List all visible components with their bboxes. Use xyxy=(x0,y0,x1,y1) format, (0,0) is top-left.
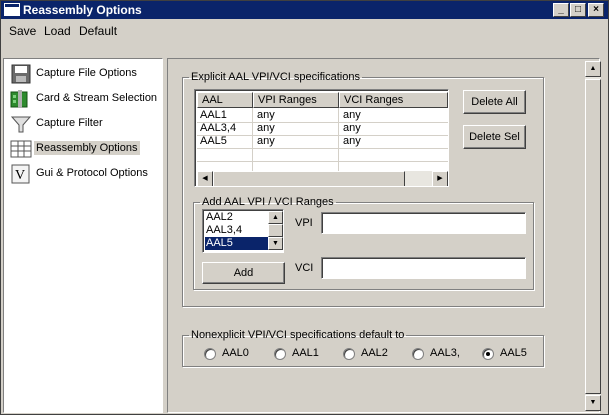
table-cell-aal[interactable]: AAL3,4 xyxy=(200,122,236,135)
column-header-vci-ranges[interactable]: VCI Ranges xyxy=(339,92,448,108)
grid-divider xyxy=(197,148,448,149)
scroll-up-arrow-icon[interactable]: ▲ xyxy=(268,211,283,224)
scroll-thumb[interactable] xyxy=(268,224,283,237)
nav-label: Card & Stream Selection xyxy=(36,92,158,104)
nav-item-card-stream-selection[interactable]: Card & Stream Selection xyxy=(8,88,158,110)
delete-sel-button[interactable]: Delete Sel xyxy=(463,125,526,149)
nav-item-gui-protocol-options[interactable]: V Gui & Protocol Options xyxy=(8,163,158,185)
grid-divider xyxy=(338,108,339,172)
list-item-selected[interactable]: AAL5 xyxy=(205,237,269,250)
horizontal-scrollbar[interactable]: ◀ ▶ xyxy=(197,171,448,186)
scroll-up-arrow-icon[interactable]: ▲ xyxy=(585,61,601,77)
add-legend: Add AAL VPI / VCI Ranges xyxy=(202,196,334,208)
radio-label: AAL5 xyxy=(500,347,527,359)
nav-label: Reassembly Options xyxy=(34,141,140,155)
vpi-label: VPI xyxy=(295,217,313,229)
vpi-input[interactable] xyxy=(321,212,526,234)
list-item[interactable]: AAL2 xyxy=(205,211,269,224)
radio-label: AAL3, xyxy=(430,347,460,359)
scroll-left-arrow-icon[interactable]: ◀ xyxy=(197,171,213,186)
radio-circle[interactable] xyxy=(204,348,216,360)
scroll-down-arrow-icon[interactable]: ▼ xyxy=(268,237,283,250)
table-cell-vci[interactable]: any xyxy=(343,122,361,135)
card-icon xyxy=(10,90,28,108)
menu-default[interactable]: Default xyxy=(79,24,117,38)
vci-input[interactable] xyxy=(321,257,526,279)
list-item[interactable]: AAL3,4 xyxy=(205,224,269,237)
radio-circle[interactable] xyxy=(274,348,286,360)
radio-label: AAL1 xyxy=(292,347,319,359)
window-icon xyxy=(4,3,20,16)
radio-label: AAL2 xyxy=(361,347,388,359)
radio-circle-selected[interactable] xyxy=(482,348,494,360)
nav-item-capture-filter[interactable]: Capture Filter xyxy=(8,113,158,135)
reassembly-options-window: Reassembly Options _ □ × Save Load Defau… xyxy=(0,0,609,415)
scroll-right-arrow-icon[interactable]: ▶ xyxy=(432,171,448,186)
aal-type-listbox[interactable]: AAL2 AAL3,4 AAL5 ▲ ▼ xyxy=(202,209,284,253)
menu-save[interactable]: Save xyxy=(9,24,36,38)
table-cell-vci[interactable]: any xyxy=(343,135,361,148)
scroll-thumb[interactable] xyxy=(213,171,405,186)
vertical-scrollbar[interactable]: ▲ ▼ xyxy=(585,61,601,411)
explicit-legend: Explicit AAL VPI/VCI specifications xyxy=(191,71,360,83)
v-icon: V xyxy=(11,164,30,184)
delete-all-button[interactable]: Delete All xyxy=(463,90,526,114)
radio-circle[interactable] xyxy=(412,348,424,360)
title-bar: Reassembly Options _ □ × xyxy=(1,1,608,19)
grid-divider xyxy=(252,108,253,172)
scroll-thumb[interactable] xyxy=(585,79,601,394)
grid-divider xyxy=(197,161,448,162)
grid-icon xyxy=(10,140,32,158)
nav-label: Gui & Protocol Options xyxy=(36,167,148,179)
table-cell-vpi[interactable]: any xyxy=(257,122,275,135)
close-button[interactable]: × xyxy=(588,3,604,17)
maximize-button[interactable]: □ xyxy=(570,3,586,17)
nav-item-capture-file-options[interactable]: Capture File Options xyxy=(8,63,158,85)
radio-label: AAL0 xyxy=(222,347,249,359)
scroll-down-arrow-icon[interactable]: ▼ xyxy=(585,395,601,411)
radio-circle[interactable] xyxy=(343,348,355,360)
nav-item-reassembly-options[interactable]: Reassembly Options xyxy=(8,138,158,160)
minimize-button[interactable]: _ xyxy=(553,3,569,17)
menu-bar: Save Load Default xyxy=(1,21,608,41)
table-cell-aal[interactable]: AAL1 xyxy=(200,109,227,122)
table-cell-vci[interactable]: any xyxy=(343,109,361,122)
nonexplicit-legend: Nonexplicit VPI/VCI specifications defau… xyxy=(191,329,405,341)
options-nav-list: Capture File Options Card & Stream Selec… xyxy=(3,58,163,413)
table-cell-aal[interactable]: AAL5 xyxy=(200,135,227,148)
vci-label: VCI xyxy=(295,262,314,274)
nav-label: Capture File Options xyxy=(36,67,137,79)
grid-divider xyxy=(197,135,448,136)
column-header-vpi-ranges[interactable]: VPI Ranges xyxy=(253,92,339,108)
table-cell-vpi[interactable]: any xyxy=(257,135,275,148)
nav-label: Capture Filter xyxy=(36,117,103,129)
svg-text:V: V xyxy=(15,168,25,183)
explicit-specifications-table[interactable]: AAL VPI Ranges VCI Ranges AAL1 any any A… xyxy=(194,89,449,187)
window-title: Reassembly Options xyxy=(23,3,142,17)
column-header-aal[interactable]: AAL xyxy=(197,92,253,108)
floppy-disk-icon xyxy=(11,64,31,84)
funnel-icon xyxy=(10,116,32,133)
table-cell-vpi[interactable]: any xyxy=(257,109,275,122)
add-button[interactable]: Add xyxy=(202,262,285,284)
menu-load[interactable]: Load xyxy=(44,24,71,38)
